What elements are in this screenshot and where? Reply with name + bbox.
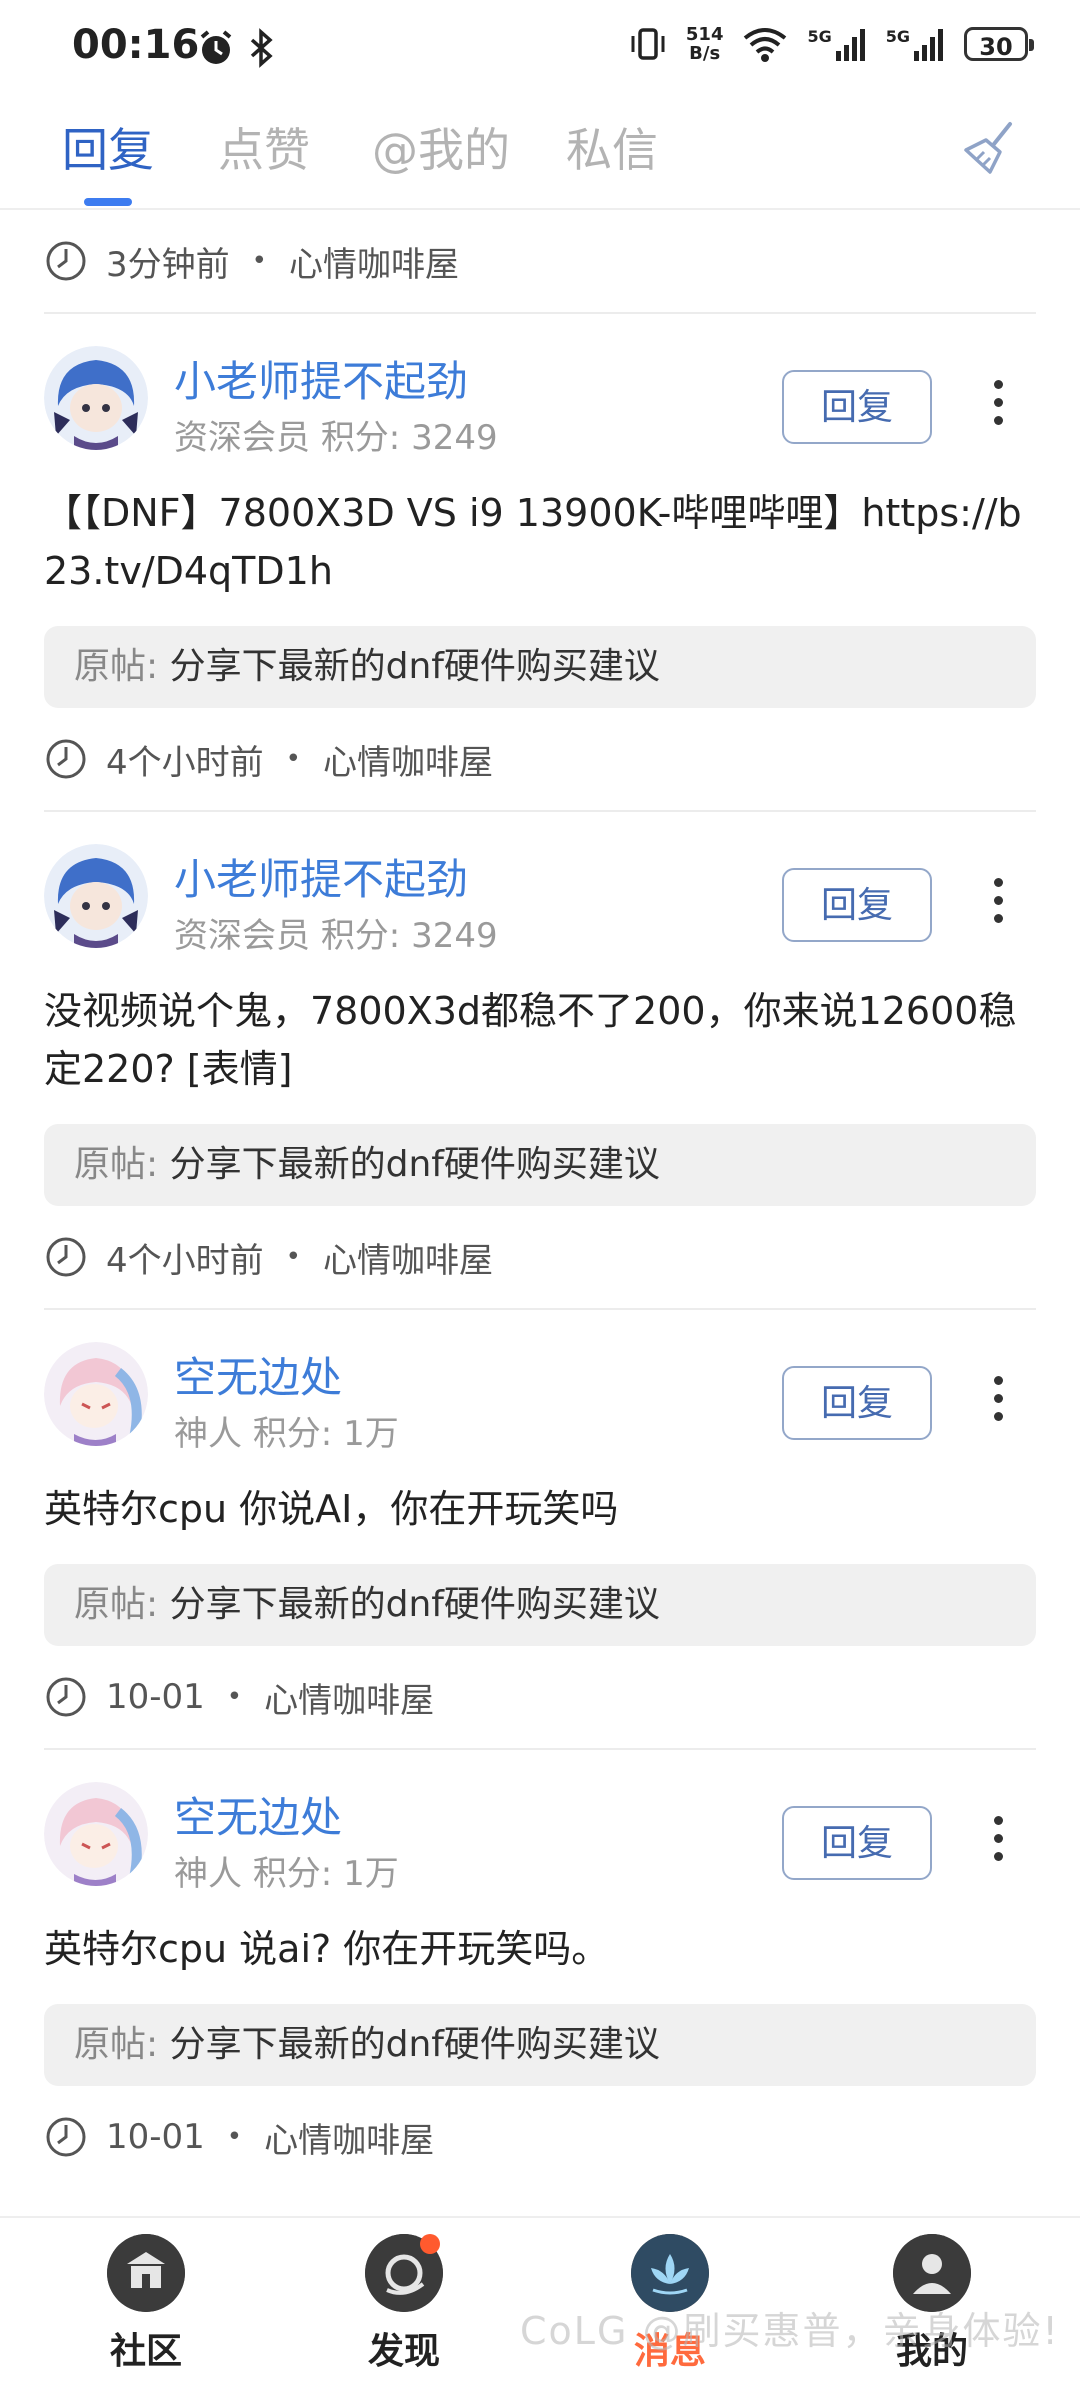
tab-private-messages[interactable]: 私信 — [566, 114, 658, 180]
user-rank: 神人 — [174, 1414, 242, 1454]
clock-icon — [46, 739, 86, 779]
nav-community[interactable]: 社区 — [66, 2234, 226, 2374]
signal-2: 5G — [886, 27, 946, 61]
signal-bars-icon — [835, 29, 865, 61]
item-meta: 10-01 • 心情咖啡屋 — [44, 2086, 1080, 2188]
nav-discover[interactable]: 发现 — [324, 2234, 484, 2374]
reply-content: 没视频说个鬼，7800X3d都稳不了200，你来说12600稳定220? [表情… — [44, 989, 1017, 1091]
reply-feed: 3分钟前 • 心情咖啡屋 小老师提不起劲 资深会员 积分: 3249 回复 【【… — [0, 210, 1080, 2188]
signal-1: 5G — [807, 27, 867, 61]
item-meta: 3分钟前 • 心情咖啡屋 — [44, 210, 1080, 312]
user-score: 积分: 3249 — [320, 418, 498, 458]
more-options-icon[interactable] — [980, 380, 1016, 436]
original-post-link[interactable]: 原帖: 分享下最新的dnf硬件购买建议 — [44, 1564, 1036, 1646]
status-time: 00:16 — [72, 22, 200, 68]
more-options-icon[interactable] — [980, 878, 1016, 934]
tab-mentions[interactable]: @我的 — [372, 114, 510, 180]
reply-item[interactable]: 空无边处 神人 积分: 1万 回复 英特尔cpu 说ai? 你在开玩笑吗。 原帖… — [0, 1750, 1080, 2188]
board-name[interactable]: 心情咖啡屋 — [264, 1673, 434, 1722]
reply-button[interactable]: 回复 — [782, 868, 932, 942]
board-name[interactable]: 心情咖啡屋 — [264, 2113, 434, 2162]
user-info: 资深会员 积分: 3249 — [174, 908, 498, 957]
more-options-icon[interactable] — [980, 1816, 1016, 1872]
clear-broom-icon[interactable] — [960, 118, 1020, 178]
signal-bars-icon — [914, 29, 943, 61]
user-rank: 神人 — [174, 1854, 242, 1894]
user-info: 神人 积分: 1万 — [174, 1406, 399, 1455]
reply-button[interactable]: 回复 — [782, 370, 932, 444]
board-name[interactable]: 心情咖啡屋 — [323, 1233, 493, 1282]
user-info: 神人 积分: 1万 — [174, 1846, 399, 1895]
watermark: CoLG @刷买惠普，亲身体验! — [520, 2309, 1060, 2353]
active-tab-indicator — [84, 198, 132, 206]
status-bar: 00:16 514 B/s 5G 5G 30 — [0, 0, 1080, 96]
original-post-link[interactable]: 原帖: 分享下最新的dnf硬件购买建议 — [44, 1124, 1036, 1206]
item-meta: 4个小时前 • 心情咖啡屋 — [44, 708, 1080, 810]
username[interactable]: 小老师提不起劲 — [174, 846, 468, 907]
avatar[interactable] — [44, 844, 148, 948]
tab-reply[interactable]: 回复 — [62, 114, 154, 180]
clock-icon — [46, 241, 86, 281]
reply-content: 英特尔cpu 你说AI，你在开玩笑吗 — [44, 1487, 619, 1531]
bluetooth-icon — [250, 28, 273, 68]
user-score: 积分: 1万 — [252, 1414, 399, 1454]
community-icon — [107, 2234, 185, 2312]
more-options-icon[interactable] — [980, 1376, 1016, 1432]
item-meta: 4个小时前 • 心情咖啡屋 — [44, 1206, 1080, 1308]
clock-icon — [46, 1237, 86, 1277]
reply-item[interactable]: 小老师提不起劲 资深会员 积分: 3249 回复 【【DNF】7800X3D V… — [0, 314, 1080, 812]
avatar[interactable] — [44, 346, 148, 450]
clock-icon — [46, 1677, 86, 1717]
avatar[interactable] — [44, 1342, 148, 1446]
original-post-link[interactable]: 原帖: 分享下最新的dnf硬件购买建议 — [44, 2004, 1036, 2086]
reply-content: 英特尔cpu 说ai? 你在开玩笑吗。 — [44, 1927, 610, 1971]
username[interactable]: 小老师提不起劲 — [174, 348, 468, 409]
reply-item[interactable]: 空无边处 神人 积分: 1万 回复 英特尔cpu 你说AI，你在开玩笑吗 原帖:… — [0, 1310, 1080, 1750]
reply-button[interactable]: 回复 — [782, 1366, 932, 1440]
network-speed: 514 B/s — [685, 24, 724, 64]
reply-content: 【【DNF】7800X3D VS i9 13900K-哔哩哔哩】https://… — [44, 491, 1022, 593]
username[interactable]: 空无边处 — [174, 1344, 342, 1405]
user-rank: 资深会员 — [174, 916, 310, 956]
user-score: 积分: 3249 — [320, 916, 498, 956]
reply-item[interactable]: 小老师提不起劲 资深会员 积分: 3249 回复 没视频说个鬼，7800X3d都… — [0, 812, 1080, 1310]
board-name[interactable]: 心情咖啡屋 — [323, 735, 493, 784]
user-info: 资深会员 积分: 3249 — [174, 410, 498, 459]
board-name[interactable]: 心情咖啡屋 — [289, 237, 459, 286]
original-post-link[interactable]: 原帖: 分享下最新的dnf硬件购买建议 — [44, 626, 1036, 708]
alarm-icon — [200, 30, 232, 64]
battery-indicator: 30 — [964, 27, 1034, 61]
user-score: 积分: 1万 — [252, 1854, 399, 1894]
wifi-icon — [744, 28, 787, 62]
user-rank: 资深会员 — [174, 418, 310, 458]
tab-likes[interactable]: 点赞 — [218, 114, 310, 180]
reply-button[interactable]: 回复 — [782, 1806, 932, 1880]
notification-badge — [420, 2234, 440, 2254]
item-meta: 10-01 • 心情咖啡屋 — [44, 1646, 1080, 1748]
avatar[interactable] — [44, 1782, 148, 1886]
username[interactable]: 空无边处 — [174, 1784, 342, 1845]
vibrate-icon — [631, 28, 665, 60]
message-tabs: 回复 点赞 @我的 私信 — [0, 96, 1080, 210]
clock-icon — [46, 2117, 86, 2157]
